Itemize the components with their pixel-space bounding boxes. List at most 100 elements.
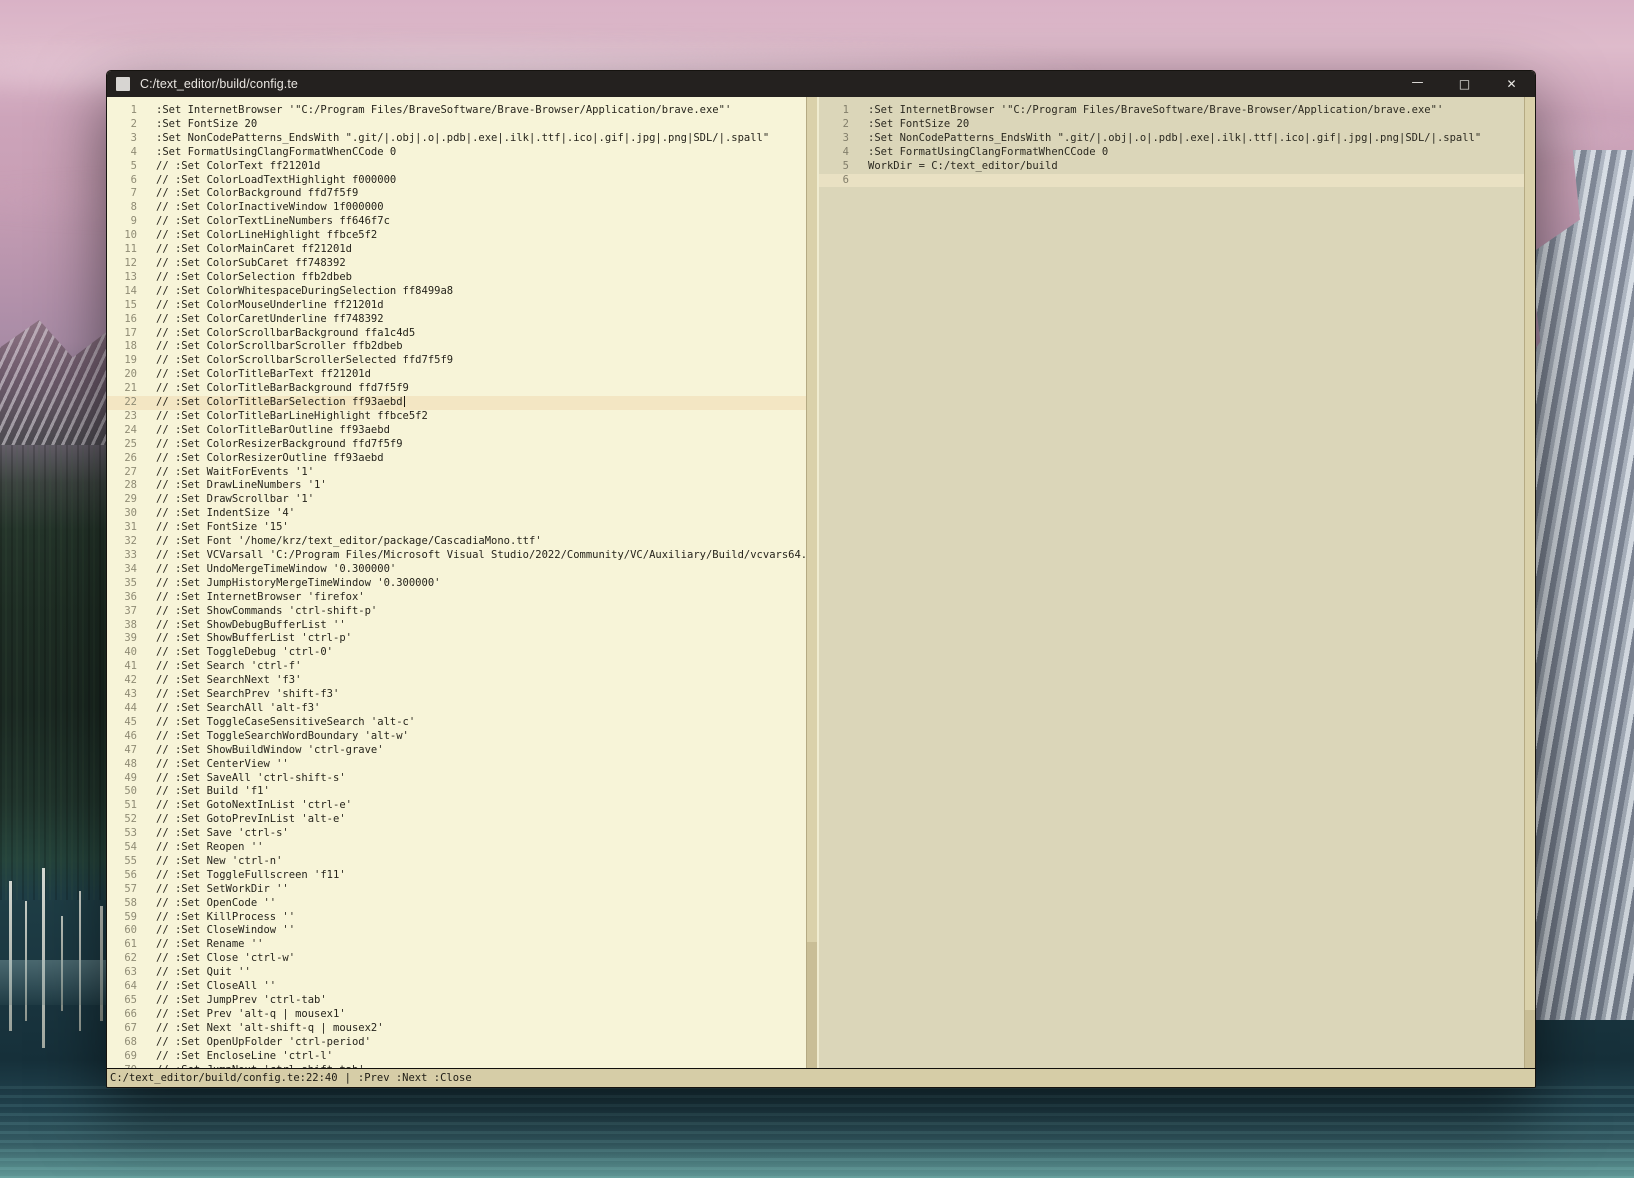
code-line-53[interactable]: 53// :Set Save 'ctrl-s' — [107, 827, 806, 841]
code-line-5[interactable]: 5WorkDir = C:/text_editor/build — [819, 160, 1524, 174]
code-line-42[interactable]: 42// :Set SearchNext 'f3' — [107, 674, 806, 688]
code-line-18[interactable]: 18// :Set ColorScrollbarScroller ffb2dbe… — [107, 340, 806, 354]
line-text: // :Set New 'ctrl-n' — [137, 855, 282, 869]
code-line-1[interactable]: 1:Set InternetBrowser '"C:/Program Files… — [107, 104, 806, 118]
line-text: :Set FontSize 20 — [137, 118, 257, 132]
code-line-66[interactable]: 66// :Set Prev 'alt-q | mousex1' — [107, 1008, 806, 1022]
code-line-14[interactable]: 14// :Set ColorWhitespaceDuringSelection… — [107, 285, 806, 299]
status-commands[interactable]: :Prev :Next :Close — [358, 1072, 472, 1084]
code-line-23[interactable]: 23// :Set ColorTitleBarLineHighlight ffb… — [107, 410, 806, 424]
code-line-21[interactable]: 21// :Set ColorTitleBarBackground ffd7f5… — [107, 382, 806, 396]
code-line-9[interactable]: 9// :Set ColorTextLineNumbers ff646f7c — [107, 215, 806, 229]
code-line-60[interactable]: 60// :Set CloseWindow '' — [107, 924, 806, 938]
code-line-69[interactable]: 69// :Set EncloseLine 'ctrl-l' — [107, 1050, 806, 1064]
code-line-33[interactable]: 33// :Set VCVarsall 'C:/Program Files/Mi… — [107, 549, 806, 563]
code-line-43[interactable]: 43// :Set SearchPrev 'shift-f3' — [107, 688, 806, 702]
code-line-41[interactable]: 41// :Set Search 'ctrl-f' — [107, 660, 806, 674]
line-text: // :Set ColorMouseUnderline ff21201d — [137, 299, 384, 313]
code-line-32[interactable]: 32// :Set Font '/home/krz/text_editor/pa… — [107, 535, 806, 549]
right-pane-scrollbar[interactable] — [1524, 97, 1535, 1068]
code-line-68[interactable]: 68// :Set OpenUpFolder 'ctrl-period' — [107, 1036, 806, 1050]
code-line-56[interactable]: 56// :Set ToggleFullscreen 'f11' — [107, 869, 806, 883]
right-pane-scrollbar-thumb[interactable] — [1525, 97, 1535, 1010]
code-line-44[interactable]: 44// :Set SearchAll 'alt-f3' — [107, 702, 806, 716]
code-line-61[interactable]: 61// :Set Rename '' — [107, 938, 806, 952]
code-line-11[interactable]: 11// :Set ColorMainCaret ff21201d — [107, 243, 806, 257]
close-button[interactable]: ✕ — [1488, 71, 1535, 97]
code-line-40[interactable]: 40// :Set ToggleDebug 'ctrl-0' — [107, 646, 806, 660]
code-line-65[interactable]: 65// :Set JumpPrev 'ctrl-tab' — [107, 994, 806, 1008]
code-line-2[interactable]: 2:Set FontSize 20 — [819, 118, 1524, 132]
code-line-4[interactable]: 4:Set FormatUsingClangFormatWhenCCode 0 — [819, 146, 1524, 160]
code-line-67[interactable]: 67// :Set Next 'alt-shift-q | mousex2' — [107, 1022, 806, 1036]
code-line-51[interactable]: 51// :Set GotoNextInList 'ctrl-e' — [107, 799, 806, 813]
code-line-16[interactable]: 16// :Set ColorCaretUnderline ff748392 — [107, 313, 806, 327]
code-line-15[interactable]: 15// :Set ColorMouseUnderline ff21201d — [107, 299, 806, 313]
code-line-17[interactable]: 17// :Set ColorScrollbarBackground ffa1c… — [107, 327, 806, 341]
line-text: :Set InternetBrowser '"C:/Program Files/… — [849, 104, 1443, 118]
code-line-22[interactable]: 22// :Set ColorTitleBarSelection ff93aeb… — [107, 396, 806, 410]
code-line-10[interactable]: 10// :Set ColorLineHighlight ffbce5f2 — [107, 229, 806, 243]
code-line-19[interactable]: 19// :Set ColorScrollbarScrollerSelected… — [107, 354, 806, 368]
maximize-button[interactable]: □ — [1441, 71, 1488, 97]
code-line-20[interactable]: 20// :Set ColorTitleBarText ff21201d — [107, 368, 806, 382]
code-line-46[interactable]: 46// :Set ToggleSearchWordBoundary 'alt-… — [107, 730, 806, 744]
code-line-55[interactable]: 55// :Set New 'ctrl-n' — [107, 855, 806, 869]
code-line-6[interactable]: 6// :Set ColorLoadTextHighlight f000000 — [107, 174, 806, 188]
code-line-36[interactable]: 36// :Set InternetBrowser 'firefox' — [107, 591, 806, 605]
left-pane-scrollbar[interactable] — [806, 97, 817, 1068]
code-line-57[interactable]: 57// :Set SetWorkDir '' — [107, 883, 806, 897]
editor-pane-active[interactable]: 1:Set InternetBrowser '"C:/Program Files… — [107, 97, 806, 1068]
line-number: 51 — [107, 799, 137, 813]
code-line-13[interactable]: 13// :Set ColorSelection ffb2dbeb — [107, 271, 806, 285]
code-line-2[interactable]: 2:Set FontSize 20 — [107, 118, 806, 132]
line-text: // :Set Build 'f1' — [137, 785, 270, 799]
code-line-59[interactable]: 59// :Set KillProcess '' — [107, 911, 806, 925]
code-line-64[interactable]: 64// :Set CloseAll '' — [107, 980, 806, 994]
code-line-70[interactable]: 70// :Set JumpNext 'ctrl-shift-tab' — [107, 1064, 806, 1068]
code-line-6[interactable]: 6 — [819, 174, 1524, 188]
line-number: 17 — [107, 327, 137, 341]
code-line-45[interactable]: 45// :Set ToggleCaseSensitiveSearch 'alt… — [107, 716, 806, 730]
code-line-35[interactable]: 35// :Set JumpHistoryMergeTimeWindow '0.… — [107, 577, 806, 591]
code-line-34[interactable]: 34// :Set UndoMergeTimeWindow '0.300000' — [107, 563, 806, 577]
line-number: 4 — [819, 146, 849, 160]
line-text: // :Set ColorMainCaret ff21201d — [137, 243, 352, 257]
code-line-30[interactable]: 30// :Set IndentSize '4' — [107, 507, 806, 521]
code-line-52[interactable]: 52// :Set GotoPrevInList 'alt-e' — [107, 813, 806, 827]
code-line-31[interactable]: 31// :Set FontSize '15' — [107, 521, 806, 535]
code-line-58[interactable]: 58// :Set OpenCode '' — [107, 897, 806, 911]
code-line-62[interactable]: 62// :Set Close 'ctrl-w' — [107, 952, 806, 966]
window-titlebar[interactable]: C:/text_editor/build/config.te — □ ✕ — [107, 71, 1535, 97]
code-line-3[interactable]: 3:Set NonCodePatterns_EndsWith ".git/|.o… — [107, 132, 806, 146]
left-pane-scrollbar-thumb[interactable] — [807, 97, 817, 942]
line-text: // :Set Close 'ctrl-w' — [137, 952, 295, 966]
line-number: 64 — [107, 980, 137, 994]
code-line-37[interactable]: 37// :Set ShowCommands 'ctrl-shift-p' — [107, 605, 806, 619]
code-line-24[interactable]: 24// :Set ColorTitleBarOutline ff93aebd — [107, 424, 806, 438]
code-line-26[interactable]: 26// :Set ColorResizerOutline ff93aebd — [107, 452, 806, 466]
code-line-4[interactable]: 4:Set FormatUsingClangFormatWhenCCode 0 — [107, 146, 806, 160]
line-number: 50 — [107, 785, 137, 799]
line-number: 57 — [107, 883, 137, 897]
code-line-29[interactable]: 29// :Set DrawScrollbar '1' — [107, 493, 806, 507]
minimize-button[interactable]: — — [1394, 71, 1441, 97]
code-line-25[interactable]: 25// :Set ColorResizerBackground ffd7f5f… — [107, 438, 806, 452]
code-line-39[interactable]: 39// :Set ShowBufferList 'ctrl-p' — [107, 632, 806, 646]
code-line-7[interactable]: 7// :Set ColorBackground ffd7f5f9 — [107, 187, 806, 201]
code-line-8[interactable]: 8// :Set ColorInactiveWindow 1f000000 — [107, 201, 806, 215]
code-line-50[interactable]: 50// :Set Build 'f1' — [107, 785, 806, 799]
code-line-47[interactable]: 47// :Set ShowBuildWindow 'ctrl-grave' — [107, 744, 806, 758]
code-line-28[interactable]: 28// :Set DrawLineNumbers '1' — [107, 479, 806, 493]
code-line-38[interactable]: 38// :Set ShowDebugBufferList '' — [107, 619, 806, 633]
code-line-12[interactable]: 12// :Set ColorSubCaret ff748392 — [107, 257, 806, 271]
code-line-49[interactable]: 49// :Set SaveAll 'ctrl-shift-s' — [107, 772, 806, 786]
code-line-3[interactable]: 3:Set NonCodePatterns_EndsWith ".git/|.o… — [819, 132, 1524, 146]
editor-pane-inactive[interactable]: 1:Set InternetBrowser '"C:/Program Files… — [819, 97, 1524, 1068]
code-line-1[interactable]: 1:Set InternetBrowser '"C:/Program Files… — [819, 104, 1524, 118]
code-line-5[interactable]: 5// :Set ColorText ff21201d — [107, 160, 806, 174]
code-line-63[interactable]: 63// :Set Quit '' — [107, 966, 806, 980]
code-line-27[interactable]: 27// :Set WaitForEvents '1' — [107, 466, 806, 480]
code-line-48[interactable]: 48// :Set CenterView '' — [107, 758, 806, 772]
code-line-54[interactable]: 54// :Set Reopen '' — [107, 841, 806, 855]
